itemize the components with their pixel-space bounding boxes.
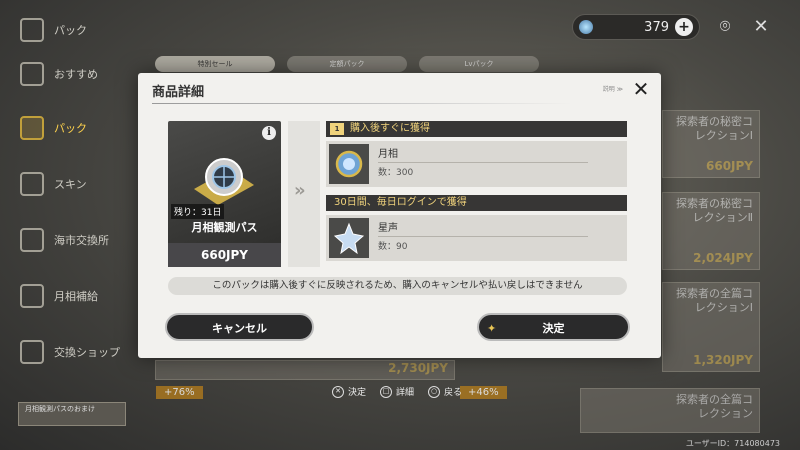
hint-label: 詳細 xyxy=(396,388,415,398)
sidebar: パック おすすめ パック スキン 海市交換所 月相補給 交換ショップ 月相観測パ… xyxy=(0,0,135,450)
sidebar-item-label: 交換ショップ xyxy=(54,346,120,359)
product-detail-dialog: 商品詳細 説明 ≫ ✕ i 残り：31日 月相観測パス 660JPY » 1 購… xyxy=(138,73,661,358)
bg-card-price: 2,024JPY xyxy=(693,251,753,265)
moon-phase-item-icon xyxy=(329,144,369,184)
bg-card-price: 2,730JPY xyxy=(388,361,448,375)
confirm-key-icon: ✦ xyxy=(487,322,497,335)
sidebar-item-skin[interactable]: スキン xyxy=(20,172,87,196)
section-label: 購入後すぐに獲得 xyxy=(350,123,430,134)
pass-name: 月相観測パス xyxy=(191,221,258,234)
circle-button-icon: ○ xyxy=(428,385,441,398)
reward-item[interactable]: 星声 数：90 xyxy=(326,215,627,261)
pack-icon xyxy=(20,18,44,42)
remaining-days: 残り：31日 xyxy=(171,204,225,219)
header-divider xyxy=(152,103,572,104)
section-label: 30日間、毎日ログインで獲得 xyxy=(334,197,467,208)
currency-display[interactable]: 379 + xyxy=(572,14,700,40)
sidebar-item-label: おすすめ xyxy=(54,68,98,81)
reward-quantity: 数：90 xyxy=(378,242,408,252)
bg-card-name: 探索者の全篇コレクション xyxy=(676,393,753,421)
hint-label: 戻る xyxy=(444,388,463,398)
dialog-title: 商品詳細 xyxy=(152,85,205,100)
shirt-icon xyxy=(20,172,44,196)
reward-name: 星声 xyxy=(378,219,588,237)
moon-pass-emblem-icon xyxy=(194,158,254,205)
control-hints: ✕ 決定 □ 詳細 ○ 戻る xyxy=(332,385,462,398)
sidebar-item-label: 月相補給 xyxy=(54,290,98,303)
hint-back: ○ 戻る xyxy=(428,385,462,398)
bg-product-card[interactable]: 2,730JPY xyxy=(155,360,455,380)
bg-card-price: 1,320JPY xyxy=(693,353,753,367)
bonus-badge: +46% xyxy=(460,386,507,399)
hint-label: 決定 xyxy=(348,388,367,398)
bg-card-name: 探索者の秘密コレクションⅠ xyxy=(676,115,753,143)
cancel-button[interactable]: キャンセル xyxy=(165,313,314,341)
bg-product-card[interactable]: 探索者の秘密コレクションⅡ 2,024JPY xyxy=(662,192,760,270)
shop-tabs: 特別セール 定額パック Lvパック xyxy=(155,56,539,72)
double-chevron-right-icon: » xyxy=(294,180,306,201)
bonus-badge: +76% xyxy=(156,386,203,399)
tab-level-pack[interactable]: Lvパック xyxy=(419,56,539,72)
reward-item[interactable]: 月相 数：300 xyxy=(326,141,627,187)
bg-product-card[interactable]: 探索者の秘密コレクションⅠ 660JPY xyxy=(662,110,760,178)
arrow-strip: » xyxy=(288,121,320,267)
confirm-button[interactable]: ✦ 決定 xyxy=(477,313,630,341)
currency-amount: 379 xyxy=(644,19,669,35)
section-header: 30日間、毎日ログインで獲得 xyxy=(326,195,627,211)
reward-quantity: 数：300 xyxy=(378,168,414,178)
sidebar-item-label: パック xyxy=(54,24,87,37)
tab-fixed-pack[interactable]: 定額パック xyxy=(287,56,407,72)
sidebar-item-label: パック xyxy=(54,122,87,135)
sidebar-item-exchange[interactable]: 海市交換所 xyxy=(20,228,109,252)
settings-icon[interactable]: ⌾ xyxy=(714,16,736,38)
sidebar-item-trade-shop[interactable]: 交換ショップ xyxy=(20,340,120,364)
bg-product-card[interactable]: 探索者の全篇コレクション xyxy=(580,388,760,433)
gem-icon xyxy=(579,20,593,34)
section-header: 1 購入後すぐに獲得 xyxy=(326,121,627,137)
exchange-icon xyxy=(20,228,44,252)
refund-notice: このパックは購入後すぐに反映されるため、購入のキャンセルや払い戻しはできません xyxy=(168,277,627,295)
hint-details: □ 詳細 xyxy=(380,385,414,398)
close-button[interactable]: ✕ xyxy=(629,77,653,101)
bg-product-card[interactable]: 探索者の全篇コレクションⅠ 1,320JPY xyxy=(662,282,760,372)
pass-price: 660JPY xyxy=(168,243,281,267)
bg-card-name: 探索者の秘密コレクションⅡ xyxy=(676,197,753,225)
reward-section-daily: 30日間、毎日ログインで獲得 星声 数：90 xyxy=(326,195,627,261)
cross-button-icon: ✕ xyxy=(332,385,344,398)
reward-section-immediate: 1 購入後すぐに獲得 月相 数：300 xyxy=(326,121,627,187)
sidebar-item-pack-header[interactable]: パック xyxy=(20,18,87,42)
confirm-label: 決定 xyxy=(542,322,565,335)
close-icon[interactable]: ✕ xyxy=(750,16,772,38)
header-hint: 説明 ≫ xyxy=(602,86,623,93)
info-icon[interactable]: i xyxy=(262,126,276,140)
top-bar: 379 + ⌾ ✕ xyxy=(572,14,772,40)
sidebar-item-moon-supply[interactable]: 月相補給 xyxy=(20,284,98,308)
sidebar-footer[interactable]: 月相観測パスのおまけ xyxy=(18,402,126,426)
gift-badge-icon: 1 xyxy=(330,123,344,135)
sidebar-item-label: 海市交換所 xyxy=(54,234,109,247)
add-currency-button[interactable]: + xyxy=(675,18,693,36)
sidebar-item-pack[interactable]: パック xyxy=(20,116,87,140)
dialog-header: 商品詳細 説明 ≫ ✕ xyxy=(138,73,661,105)
user-id: ユーザーID：714080473 xyxy=(685,439,780,448)
recommend-icon xyxy=(20,62,44,86)
square-button-icon: □ xyxy=(380,385,393,398)
star-voice-item-icon xyxy=(329,218,369,258)
gift-icon xyxy=(20,116,44,140)
bg-card-name: 探索者の全篇コレクションⅠ xyxy=(676,287,753,315)
sidebar-item-label: スキン xyxy=(54,178,87,191)
moon-icon xyxy=(20,284,44,308)
hint-confirm: ✕ 決定 xyxy=(332,385,366,398)
tab-special-sale[interactable]: 特別セール xyxy=(155,56,275,72)
triangle-icon xyxy=(20,340,44,364)
reward-name: 月相 xyxy=(378,145,588,163)
bg-card-price: 660JPY xyxy=(706,159,753,173)
sidebar-item-recommend[interactable]: おすすめ xyxy=(20,62,98,86)
